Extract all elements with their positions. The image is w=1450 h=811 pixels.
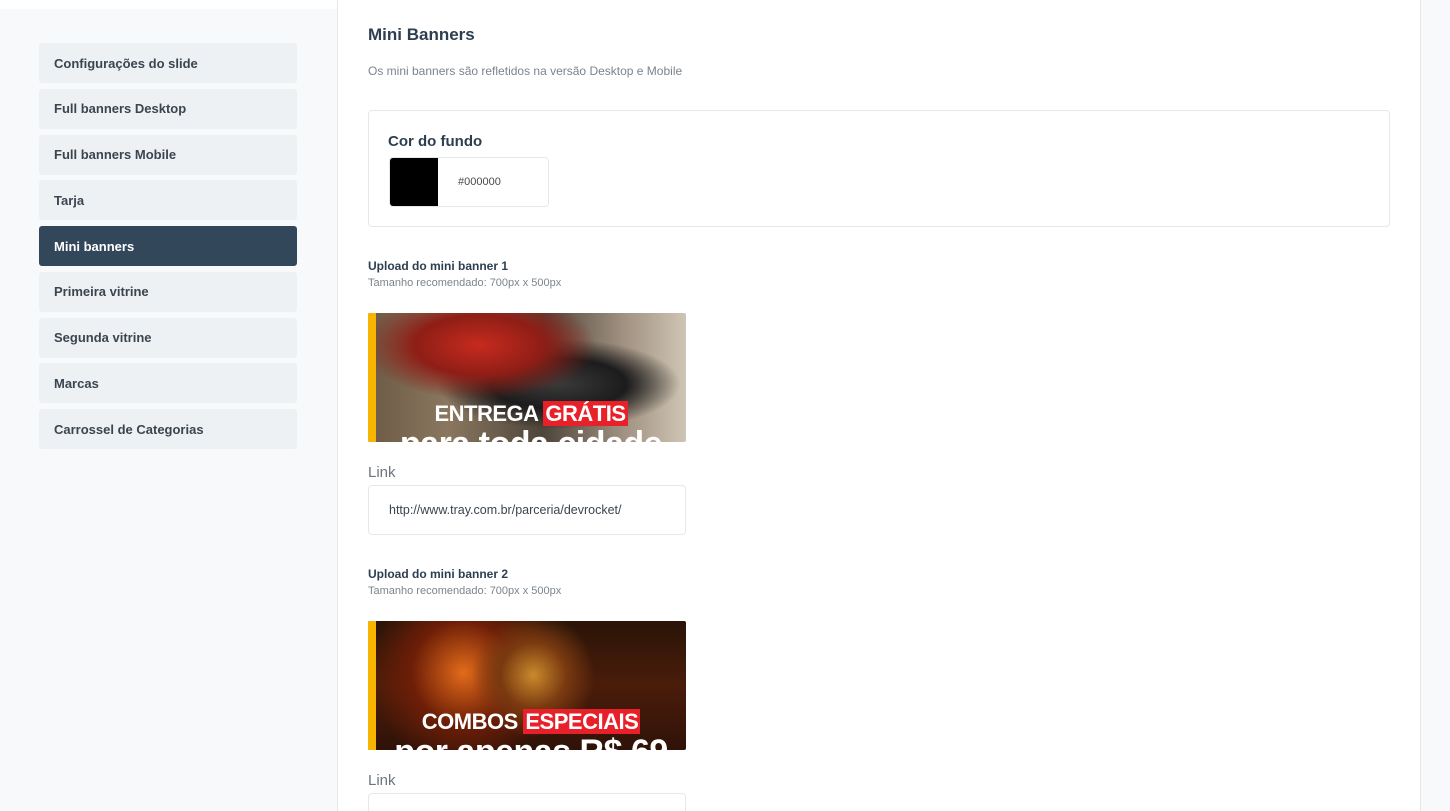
sidebar: Configurações do slide Full banners Desk… [0, 9, 337, 811]
background-color-picker[interactable]: #000000 [389, 157, 549, 207]
sidebar-item-label: Primeira vitrine [54, 284, 149, 300]
app: Configurações do slide Full banners Desk… [0, 0, 1450, 811]
banner-subline: para toda cidade [376, 425, 686, 442]
sidebar-item-label: Carrossel de Categorias [54, 421, 204, 437]
main-content: Mini Banners Os mini banners são refleti… [338, 9, 1420, 811]
sidebar-item-full-banners-desktop[interactable]: Full banners Desktop [39, 88, 297, 129]
mini-banner-2-link-input[interactable] [368, 793, 686, 811]
mini-banner-1-link-input[interactable]: http://www.tray.com.br/parceria/devrocke… [368, 485, 686, 535]
sidebar-item-tarja[interactable]: Tarja [39, 180, 297, 221]
banner-stripe [368, 313, 376, 442]
sidebar-item-label: Marcas [54, 375, 99, 391]
banner-stripe [368, 621, 376, 750]
color-hex-input[interactable]: #000000 [438, 158, 548, 206]
banner-headline-highlight: ESPECIAIS [523, 709, 641, 734]
sidebar-item-label: Configurações do slide [54, 55, 198, 71]
sidebar-item-marcas[interactable]: Marcas [39, 363, 297, 404]
upload-mini-banner-2-hint: Tamanho recomendado: 700px x 500px [368, 585, 562, 597]
banner-subline: por apenas R$ 69 [376, 733, 686, 750]
page-title: Mini Banners [368, 25, 475, 44]
banner-headline: ENTREGA GRÁTIS [376, 401, 686, 427]
upload-mini-banner-2-title: Upload do mini banner 2 [368, 567, 509, 581]
sidebar-item-carrossel-categorias[interactable]: Carrossel de Categorias [39, 409, 297, 449]
sidebar-item-label: Tarja [54, 192, 85, 208]
color-swatch[interactable] [390, 158, 438, 206]
mini-banner-2-image[interactable]: COMBOS ESPECIAIS por apenas R$ 69 [368, 621, 686, 750]
sidebar-item-slide-settings[interactable]: Configurações do slide [39, 43, 297, 83]
banner-headline-text: COMBOS [421, 709, 519, 734]
mini-banner-1-link-label: Link [368, 464, 396, 481]
page-subtitle: Os mini banners são refletidos na versão… [368, 64, 683, 78]
sidebar-item-mini-banners[interactable]: Mini banners [39, 226, 297, 266]
sidebar-item-label: Full banners Mobile [54, 147, 177, 162]
upload-mini-banner-1-title: Upload do mini banner 1 [368, 259, 509, 273]
sidebar-item-label: Segunda vitrine [54, 330, 152, 345]
upload-mini-banner-1-hint: Tamanho recomendado: 700px x 500px [368, 277, 562, 289]
sidebar-item-full-banners-mobile[interactable]: Full banners Mobile [39, 134, 297, 175]
banner-headline-text: ENTREGA [434, 401, 539, 426]
banner-headline: COMBOS ESPECIAIS [376, 709, 686, 735]
background-color-card: Cor do fundo #000000 [368, 110, 1390, 227]
mini-banner-1-image[interactable]: ENTREGA GRÁTIS para toda cidade [368, 313, 686, 442]
sidebar-item-label: Full banners Desktop [54, 101, 187, 117]
right-rail [1420, 0, 1450, 811]
background-color-label: Cor do fundo [388, 133, 483, 150]
sidebar-menu: Configurações do slide Full banners Desk… [39, 43, 297, 455]
sidebar-item-primeira-vitrine[interactable]: Primeira vitrine [39, 271, 297, 312]
sidebar-item-label: Mini banners [54, 238, 135, 254]
banner-headline-highlight: GRÁTIS [543, 401, 628, 426]
sidebar-item-segunda-vitrine[interactable]: Segunda vitrine [39, 317, 297, 358]
mini-banner-2-link-label: Link [368, 772, 396, 789]
top-bar [0, 0, 1450, 9]
